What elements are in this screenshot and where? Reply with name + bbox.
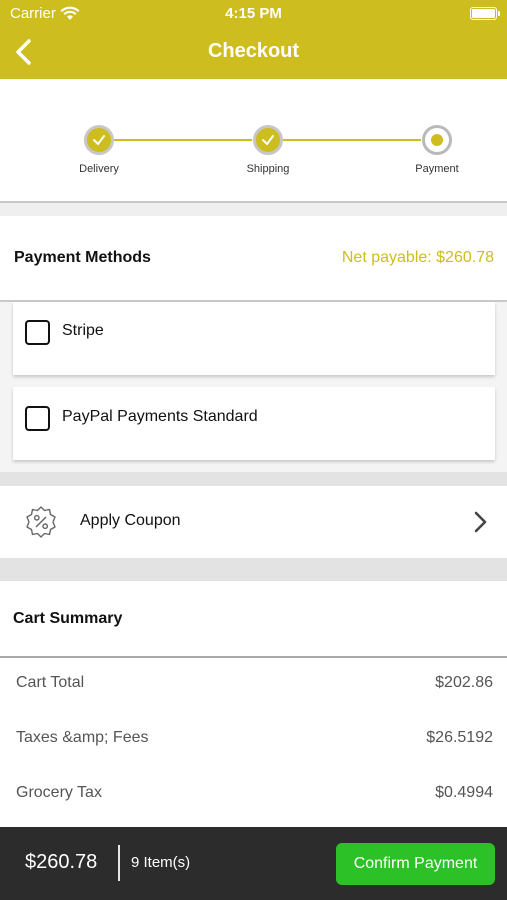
payment-method-label: Stripe <box>62 322 104 339</box>
payment-method-label: PayPal Payments Standard <box>62 408 258 425</box>
step-label-payment: Payment <box>415 163 459 175</box>
page-title: Checkout <box>207 40 300 62</box>
cart-summary-title: Cart Summary <box>13 610 123 627</box>
section-divider <box>0 472 507 486</box>
top-bar: Carrier 4:15 PM Checkout <box>0 0 507 79</box>
summary-row-grocery-tax: Grocery Tax $0.4994 <box>0 784 507 808</box>
summary-label: Taxes &amp; Fees <box>16 729 149 746</box>
summary-label: Cart Total <box>16 674 85 691</box>
paypal-checkbox[interactable] <box>25 406 50 431</box>
payment-method-paypal[interactable]: PayPal Payments Standard <box>13 387 495 460</box>
battery-icon <box>470 7 500 20</box>
step-connector <box>283 139 421 141</box>
apply-coupon-row[interactable]: Apply Coupon <box>0 486 507 558</box>
step-label-delivery: Delivery <box>79 163 119 175</box>
item-count: 9 Item(s) <box>131 854 191 871</box>
summary-value: $202.86 <box>435 674 493 691</box>
apply-coupon-label: Apply Coupon <box>80 512 181 529</box>
coupon-percent-icon <box>24 505 58 539</box>
summary-label: Grocery Tax <box>16 784 102 801</box>
payment-method-stripe[interactable]: Stripe <box>13 302 495 375</box>
step-delivery-check-icon <box>84 125 114 155</box>
status-time: 4:15 PM <box>225 5 282 22</box>
step-label-shipping: Shipping <box>246 163 290 175</box>
step-shipping-check-icon <box>253 125 283 155</box>
step-payment-current-icon <box>422 125 452 155</box>
checkout-bottom-bar: $260.78 9 Item(s) Confirm Payment <box>0 827 507 900</box>
summary-row-cart-total: Cart Total $202.86 <box>0 674 507 698</box>
summary-value: $0.4994 <box>435 784 493 801</box>
grand-total: $260.78 <box>25 851 98 873</box>
cart-summary-header: Cart Summary <box>0 581 507 658</box>
net-payable: Net payable: $260.78 <box>341 249 494 266</box>
summary-value: $26.5192 <box>426 729 493 746</box>
step-connector <box>114 139 252 141</box>
divider <box>118 845 120 881</box>
stripe-checkbox[interactable] <box>25 320 50 345</box>
summary-row-taxes-fees: Taxes &amp; Fees $26.5192 <box>0 729 507 753</box>
section-divider <box>0 558 507 581</box>
confirm-payment-button[interactable]: Confirm Payment <box>336 843 495 885</box>
status-bar: Carrier 4:15 PM <box>0 0 507 28</box>
payment-methods-title: Payment Methods <box>14 249 151 266</box>
cart-summary-list: Cart Total $202.86 Taxes &amp; Fees $26.… <box>0 659 507 827</box>
section-divider <box>0 203 507 216</box>
payment-methods-list: Stripe PayPal Payments Standard <box>0 302 507 472</box>
checkout-stepper: Delivery Shipping Payment <box>0 79 507 203</box>
chevron-right-icon[interactable] <box>473 510 489 534</box>
payment-methods-header: Payment Methods Net payable: $260.78 <box>0 216 507 302</box>
